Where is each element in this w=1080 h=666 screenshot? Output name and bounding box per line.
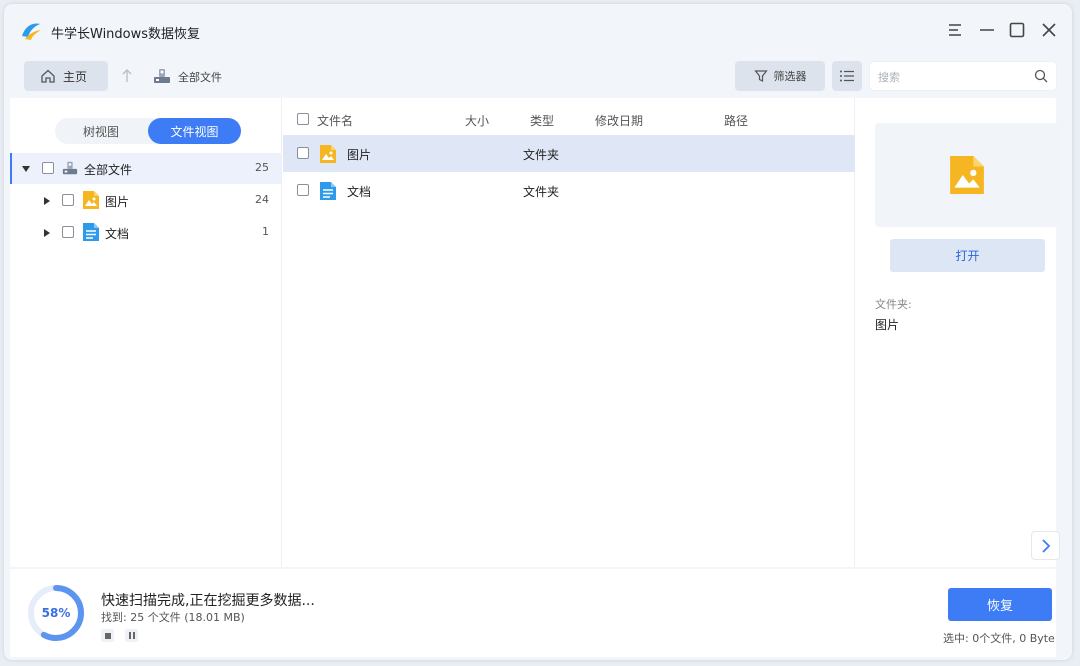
- search-icon[interactable]: [1034, 69, 1048, 83]
- title-bar: 牛学长Windows数据恢复: [4, 4, 1072, 54]
- main-panel: 树视图 文件视图 全部文件 25 图片 24 文档 1 文件名 大小 类型 修改…: [10, 98, 1060, 567]
- file-type: 文件夹: [523, 148, 560, 162]
- home-label: 主页: [63, 69, 88, 84]
- stop-icon: [104, 632, 111, 639]
- tree-item-documents[interactable]: 文档 1: [10, 217, 281, 248]
- app-window: 牛学长Windows数据恢复 主页 全部文件 筛选器 搜索 树视图 文件视图 全…: [4, 4, 1072, 660]
- tree-item-count: 25: [255, 161, 269, 174]
- preview-panel: 打开 文件夹: 图片: [856, 98, 1060, 567]
- filter-button[interactable]: 筛选器: [735, 61, 825, 91]
- select-all-checkbox[interactable]: [297, 113, 309, 125]
- list-icon: [840, 70, 854, 82]
- progress-percent: 58%: [41, 606, 71, 620]
- home-icon: [41, 69, 55, 83]
- breadcrumb[interactable]: 全部文件: [178, 69, 222, 85]
- tree-checkbox[interactable]: [62, 226, 74, 238]
- tree-item-count: 24: [255, 193, 269, 206]
- found-info: 找到: 25 个文件 (18.01 MB): [101, 611, 245, 624]
- list-view-button[interactable]: [832, 61, 862, 91]
- column-header-path[interactable]: 路径: [724, 112, 748, 129]
- file-name: 文档: [347, 185, 372, 199]
- document-file-icon: [320, 182, 336, 200]
- status-bar: 58% 快速扫描完成,正在挖掘更多数据... 找到: 25 个文件 (18.01…: [10, 569, 1056, 657]
- open-button[interactable]: 打开: [890, 239, 1045, 272]
- app-title: 牛学长Windows数据恢复: [51, 27, 201, 42]
- tab-tree-view[interactable]: 树视图: [55, 118, 147, 144]
- folder-value: 图片: [875, 318, 900, 332]
- tree-item-label: 文档: [105, 227, 130, 241]
- tab-file-view[interactable]: 文件视图: [148, 118, 241, 144]
- pause-icon: [128, 632, 135, 639]
- scan-status: 快速扫描完成,正在挖掘更多数据...: [101, 593, 315, 609]
- image-file-icon: [83, 191, 99, 209]
- image-file-icon: [320, 145, 336, 163]
- row-checkbox[interactable]: [297, 184, 309, 196]
- recover-button[interactable]: 恢复: [948, 588, 1052, 621]
- stop-button[interactable]: [101, 629, 114, 642]
- row-checkbox[interactable]: [297, 147, 309, 159]
- file-list: 文件名 大小 类型 修改日期 路径 图片 文件夹 文档 文件夹: [283, 98, 855, 567]
- column-header-modified[interactable]: 修改日期: [595, 112, 643, 129]
- close-icon[interactable]: [1038, 19, 1060, 41]
- next-button[interactable]: [1031, 531, 1060, 560]
- tree-checkbox[interactable]: [62, 194, 74, 206]
- image-file-icon: [950, 156, 984, 194]
- drive-icon: [154, 69, 170, 83]
- caret-right-icon[interactable]: [43, 197, 51, 205]
- folder-label: 文件夹:: [875, 298, 912, 311]
- filter-icon: [753, 70, 768, 82]
- drive-icon: [62, 161, 78, 175]
- file-type: 文件夹: [523, 185, 560, 199]
- tree-item-images[interactable]: 图片 24: [10, 185, 281, 216]
- up-arrow-icon[interactable]: [120, 66, 134, 86]
- pause-button[interactable]: [125, 629, 138, 642]
- chevron-right-icon: [1041, 538, 1050, 553]
- app-logo-icon: [22, 23, 41, 40]
- table-row[interactable]: 文档 文件夹: [283, 172, 855, 209]
- table-row[interactable]: 图片 文件夹: [283, 135, 855, 172]
- filter-label: 筛选器: [773, 70, 807, 83]
- document-file-icon: [83, 223, 99, 241]
- file-name: 图片: [347, 148, 372, 162]
- preview-area: [875, 123, 1059, 227]
- maximize-icon[interactable]: [1006, 19, 1028, 41]
- column-header-type[interactable]: 类型: [530, 112, 554, 129]
- selection-summary: 选中: 0个文件, 0 Byte: [943, 632, 1055, 645]
- view-toggle: 树视图 文件视图: [55, 118, 241, 144]
- tree-item-all-files[interactable]: 全部文件 25: [10, 153, 281, 184]
- sidebar: 树视图 文件视图 全部文件 25 图片 24 文档 1: [10, 98, 282, 567]
- tree-item-label: 图片: [105, 195, 130, 209]
- home-button[interactable]: 主页: [24, 61, 108, 91]
- search-box: [869, 61, 1057, 91]
- column-header-name[interactable]: 文件名: [317, 112, 353, 129]
- tree-item-count: 1: [262, 225, 269, 238]
- search-input[interactable]: [878, 68, 1028, 86]
- tree-checkbox[interactable]: [42, 162, 54, 174]
- menu-icon[interactable]: [944, 19, 966, 41]
- caret-right-icon[interactable]: [43, 229, 51, 237]
- column-header-size[interactable]: 大小: [465, 112, 489, 129]
- tree-item-label: 全部文件: [84, 163, 133, 177]
- minimize-icon[interactable]: [976, 19, 998, 41]
- caret-down-icon[interactable]: [22, 165, 30, 173]
